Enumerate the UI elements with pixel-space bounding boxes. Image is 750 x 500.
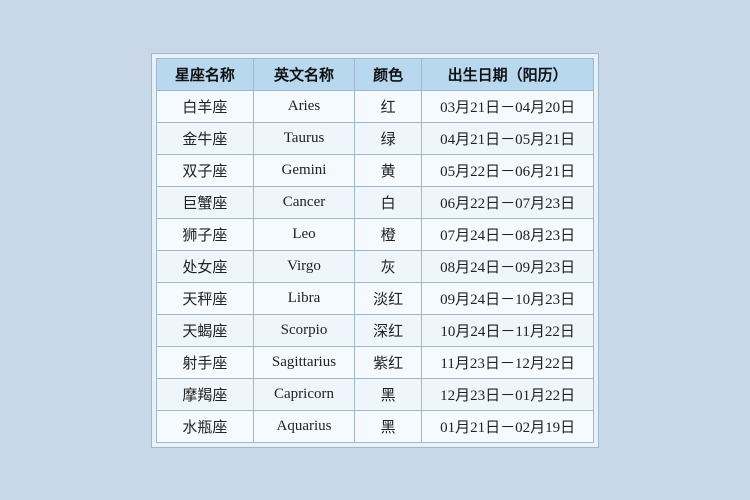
table-cell: 05月22日－06月21日 — [422, 154, 594, 186]
table-header-cell: 颜色 — [355, 58, 422, 90]
table-row: 双子座Gemini黄05月22日－06月21日 — [156, 154, 593, 186]
table-cell: Virgo — [253, 250, 354, 282]
table-cell: 01月21日－02月19日 — [422, 410, 594, 442]
table-cell: Leo — [253, 218, 354, 250]
table-cell: Cancer — [253, 186, 354, 218]
table-cell: 摩羯座 — [156, 378, 253, 410]
table-row: 水瓶座Aquarius黑01月21日－02月19日 — [156, 410, 593, 442]
table-cell: 天秤座 — [156, 282, 253, 314]
table-cell: 04月21日－05月21日 — [422, 122, 594, 154]
table-body: 白羊座Aries红03月21日－04月20日金牛座Taurus绿04月21日－0… — [156, 90, 593, 442]
table-cell: Libra — [253, 282, 354, 314]
table-row: 摩羯座Capricorn黑12月23日－01月22日 — [156, 378, 593, 410]
table-row: 射手座Sagittarius紫红11月23日－12月22日 — [156, 346, 593, 378]
table-cell: 黑 — [355, 410, 422, 442]
zodiac-table-container: 星座名称英文名称颜色出生日期（阳历） 白羊座Aries红03月21日－04月20… — [151, 53, 599, 448]
table-header-row: 星座名称英文名称颜色出生日期（阳历） — [156, 58, 593, 90]
table-cell: Aquarius — [253, 410, 354, 442]
table-row: 狮子座Leo橙07月24日－08月23日 — [156, 218, 593, 250]
table-cell: Gemini — [253, 154, 354, 186]
table-cell: Aries — [253, 90, 354, 122]
table-cell: 09月24日－10月23日 — [422, 282, 594, 314]
table-cell: 黄 — [355, 154, 422, 186]
table-cell: 淡红 — [355, 282, 422, 314]
table-cell: Scorpio — [253, 314, 354, 346]
table-cell: 红 — [355, 90, 422, 122]
table-cell: 06月22日－07月23日 — [422, 186, 594, 218]
table-header-cell: 星座名称 — [156, 58, 253, 90]
table-cell: 水瓶座 — [156, 410, 253, 442]
table-cell: 紫红 — [355, 346, 422, 378]
table-cell: 07月24日－08月23日 — [422, 218, 594, 250]
zodiac-table: 星座名称英文名称颜色出生日期（阳历） 白羊座Aries红03月21日－04月20… — [156, 58, 594, 443]
table-header-cell: 英文名称 — [253, 58, 354, 90]
table-cell: 白 — [355, 186, 422, 218]
table-cell: 白羊座 — [156, 90, 253, 122]
table-cell: Sagittarius — [253, 346, 354, 378]
table-cell: 灰 — [355, 250, 422, 282]
table-cell: 绿 — [355, 122, 422, 154]
table-row: 白羊座Aries红03月21日－04月20日 — [156, 90, 593, 122]
table-row: 天蝎座Scorpio深红10月24日－11月22日 — [156, 314, 593, 346]
table-cell: 11月23日－12月22日 — [422, 346, 594, 378]
table-cell: 深红 — [355, 314, 422, 346]
table-cell: 08月24日－09月23日 — [422, 250, 594, 282]
table-cell: 12月23日－01月22日 — [422, 378, 594, 410]
table-cell: 橙 — [355, 218, 422, 250]
table-cell: 03月21日－04月20日 — [422, 90, 594, 122]
table-row: 金牛座Taurus绿04月21日－05月21日 — [156, 122, 593, 154]
table-cell: 巨蟹座 — [156, 186, 253, 218]
table-row: 处女座Virgo灰08月24日－09月23日 — [156, 250, 593, 282]
table-cell: 狮子座 — [156, 218, 253, 250]
table-cell: Capricorn — [253, 378, 354, 410]
table-cell: 金牛座 — [156, 122, 253, 154]
table-cell: 黑 — [355, 378, 422, 410]
table-cell: Taurus — [253, 122, 354, 154]
table-row: 天秤座Libra淡红09月24日－10月23日 — [156, 282, 593, 314]
table-cell: 双子座 — [156, 154, 253, 186]
table-cell: 天蝎座 — [156, 314, 253, 346]
table-cell: 射手座 — [156, 346, 253, 378]
table-header-cell: 出生日期（阳历） — [422, 58, 594, 90]
table-cell: 处女座 — [156, 250, 253, 282]
table-row: 巨蟹座Cancer白06月22日－07月23日 — [156, 186, 593, 218]
table-cell: 10月24日－11月22日 — [422, 314, 594, 346]
